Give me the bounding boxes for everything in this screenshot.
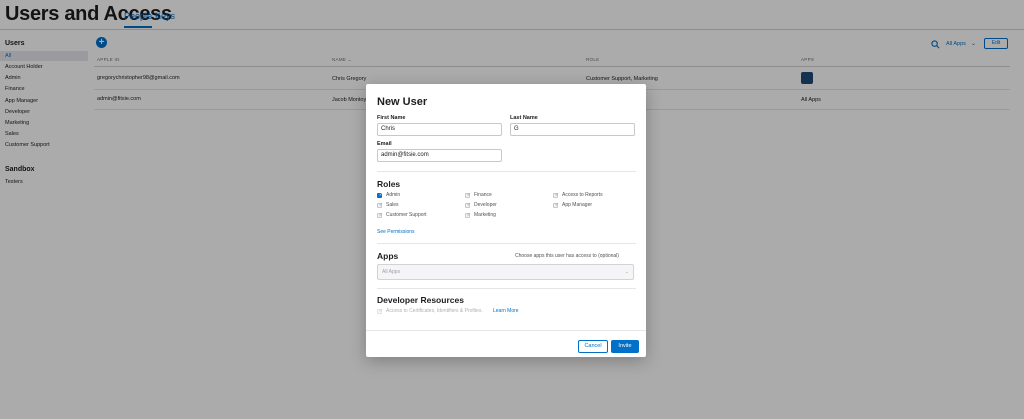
- divider: [377, 243, 636, 244]
- checkbox-icon: ✓: [377, 308, 383, 315]
- role-label: Developer: [474, 202, 497, 208]
- cancel-button[interactable]: Cancel: [578, 340, 608, 353]
- see-permissions-link[interactable]: See Permissions: [377, 229, 415, 235]
- checkbox-icon: ✓: [465, 192, 471, 199]
- role-label: Sales: [386, 202, 399, 208]
- checkbox-icon: ✓: [465, 202, 471, 209]
- apps-hint: Choose apps this user has access to (opt…: [515, 253, 619, 259]
- email-label: Email: [377, 141, 392, 147]
- role-label: Finance: [474, 192, 492, 198]
- checkbox-icon: ✓: [465, 212, 471, 219]
- developer-resources-title: Developer Resources: [377, 295, 464, 305]
- new-user-dialog: New User First Name Chris Last Name G Em…: [366, 84, 646, 357]
- apps-title: Apps: [377, 251, 399, 261]
- role-checkbox-marketing[interactable]: ✓ Marketing: [465, 212, 496, 220]
- role-checkbox-customer-support[interactable]: ✓ Customer Support: [377, 212, 427, 220]
- role-label: Admin: [386, 192, 401, 198]
- role-checkbox-admin[interactable]: ✓ Admin: [377, 192, 400, 200]
- chevron-down-icon: ⌄: [624, 269, 629, 275]
- invite-button[interactable]: Invite: [611, 340, 639, 353]
- first-name-label: First Name: [377, 115, 406, 121]
- checkbox-icon: ✓: [377, 212, 383, 219]
- developer-resources-label: Access to Certificates, Identifiers & Pr…: [386, 308, 483, 314]
- role-label: Access to Reports: [562, 192, 603, 198]
- last-name-label: Last Name: [510, 115, 538, 121]
- divider: [366, 330, 646, 331]
- roles-title: Roles: [377, 179, 401, 189]
- role-checkbox-app-manager[interactable]: ✓ App Manager: [553, 202, 592, 210]
- divider: [377, 171, 636, 172]
- dialog-title: New User: [377, 96, 428, 108]
- checkbox-icon: ✓: [553, 192, 559, 199]
- last-name-field[interactable]: G: [510, 123, 635, 136]
- checkbox-icon: ✓: [377, 202, 383, 209]
- apps-select-value: All Apps: [382, 269, 401, 275]
- apps-select[interactable]: All Apps ⌄: [377, 264, 634, 280]
- divider: [377, 288, 636, 289]
- checkbox-icon: ✓: [377, 192, 383, 199]
- first-name-field[interactable]: Chris: [377, 123, 502, 136]
- role-checkbox-sales[interactable]: ✓ Sales: [377, 202, 399, 210]
- checkbox-icon: ✓: [553, 202, 559, 209]
- role-checkbox-finance[interactable]: ✓ Finance: [465, 192, 492, 200]
- role-checkbox-developer[interactable]: ✓ Developer: [465, 202, 497, 210]
- role-checkbox-access-to-reports[interactable]: ✓ Access to Reports: [553, 192, 603, 200]
- role-label: Customer Support: [386, 212, 427, 218]
- developer-resources-checkbox[interactable]: ✓ Access to Certificates, Identifiers & P…: [377, 308, 483, 314]
- role-label: Marketing: [474, 212, 496, 218]
- role-label: App Manager: [562, 202, 593, 208]
- email-field[interactable]: admin@fitsie.com: [377, 149, 502, 162]
- learn-more-link[interactable]: Learn More: [493, 308, 519, 314]
